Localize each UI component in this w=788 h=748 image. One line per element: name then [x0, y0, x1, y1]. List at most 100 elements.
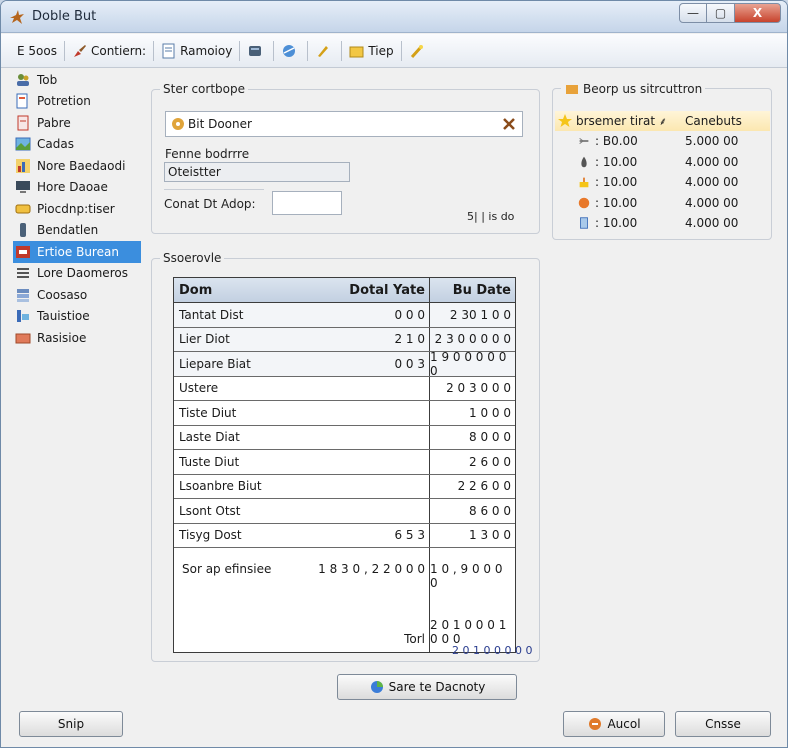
- sidebar-item-11[interactable]: Tauistioe: [13, 306, 141, 328]
- results-group-title: Ssoerovle: [160, 251, 225, 265]
- list-icon: [17, 268, 29, 279]
- doc-icon: [16, 93, 28, 109]
- sidebar-item-label: Tob: [37, 72, 58, 87]
- table-row[interactable]: Tantat Dist 0 0 02 30 1 0 0: [174, 303, 515, 328]
- search-note: 5| | is do: [467, 210, 515, 223]
- sidebar: Tob Potretion Pabre Cadas Nore Baedaodi Hore …: [13, 69, 141, 349]
- search-group-title: Ster cortbope: [160, 82, 248, 96]
- sidebar-item-8[interactable]: Ertioe Burean: [13, 241, 141, 263]
- stack-icon: [17, 288, 29, 302]
- bird-icon: [10, 10, 24, 24]
- minimize-button[interactable]: —: [679, 3, 707, 23]
- sidebar-item-4[interactable]: Nore Baedaodi: [13, 155, 141, 177]
- toolbar-item-ramoioy[interactable]: Ramoioy: [157, 39, 236, 63]
- save-button[interactable]: Sare te Dacnoty: [337, 674, 517, 700]
- amount-input[interactable]: [272, 191, 342, 215]
- sidebar-item-7[interactable]: Bendatlen: [13, 220, 141, 242]
- wand-icon: [410, 44, 423, 58]
- sidebar-item-5[interactable]: Hore Daoae: [13, 177, 141, 199]
- tool-icon: [16, 245, 30, 258]
- side-table-row[interactable]: : 10.00 4.000 00: [555, 172, 770, 193]
- star-icon: [558, 114, 572, 127]
- divider: [164, 189, 264, 190]
- toolbar-item-database[interactable]: [243, 39, 270, 63]
- database-icon: [249, 45, 262, 56]
- side-table-row[interactable]: : 10.00 4.000 00: [555, 152, 770, 173]
- sort-icon[interactable]: ⸙: [659, 114, 667, 129]
- table-row[interactable]: Tuste Diut 2 6 0 0: [174, 450, 515, 475]
- amount-label: Conat Dt Adop:: [164, 197, 256, 211]
- sidebar-item-3[interactable]: Cadas: [13, 134, 141, 156]
- table-row[interactable]: Tisyg Dost 6 5 31 3 0 0: [174, 523, 515, 548]
- table-row[interactable]: Laste Diat 8 0 0 0: [174, 425, 515, 450]
- sidebar-item-label: Piocdnp:tiser: [37, 201, 115, 216]
- fork-icon: [579, 138, 589, 145]
- monitor-icon: [16, 181, 30, 194]
- clear-icon[interactable]: [502, 117, 516, 131]
- brush-icon: [73, 44, 86, 57]
- close-button[interactable]: X: [735, 3, 781, 23]
- tools-icon: [172, 118, 184, 130]
- glass-icon: [580, 217, 588, 229]
- sidebar-item-9[interactable]: Lore Daomeros: [13, 263, 141, 285]
- sidebar-item-6[interactable]: Piocdnp:tiser: [13, 198, 141, 220]
- title-bar[interactable]: Doble But — ▢ X: [1, 1, 787, 33]
- sidebar-item-0[interactable]: Tob: [13, 69, 141, 91]
- maximize-button[interactable]: ▢: [707, 3, 735, 23]
- table-row[interactable]: Lsoanbre Biut 2 2 6 0 0: [174, 474, 515, 499]
- refresh-icon: [370, 681, 383, 693]
- side-table-row[interactable]: : B0.00 5.000 00: [555, 131, 770, 152]
- toolbar-item-tiep[interactable]: Tiep: [345, 39, 397, 63]
- table-row[interactable]: Tiste Diut 1 0 0 0: [174, 401, 515, 426]
- toolbar-item-contents[interactable]: Contiern:: [68, 39, 150, 63]
- document-icon: [162, 43, 175, 58]
- sub-field[interactable]: Oteistter: [164, 162, 350, 182]
- side-table-row[interactable]: : 10.00 4.000 00: [555, 213, 770, 234]
- table-row[interactable]: Lier Diot 2 1 02 3 0 0 0 0 0: [174, 327, 515, 352]
- cancel-button[interactable]: Aucol: [563, 711, 665, 737]
- sidebar-item-label: Cadas: [37, 137, 74, 152]
- side-table-row[interactable]: : 10.00 4.000 00: [555, 193, 770, 214]
- pen-icon: [318, 45, 329, 57]
- toolbar-item-wand[interactable]: [405, 39, 432, 63]
- toolbar-item-e5oos[interactable]: E 5oos: [13, 39, 61, 63]
- sidebar-item-label: Bendatlen: [37, 223, 99, 238]
- cancel-icon: [589, 718, 602, 730]
- folder-icon: [15, 333, 31, 344]
- cake-icon: [579, 177, 589, 188]
- search-input[interactable]: Bit Dooner: [165, 111, 523, 137]
- summary-group-title: Beorp us sitrcuttron: [561, 81, 706, 97]
- sidebar-item-1[interactable]: Potretion: [13, 91, 141, 113]
- ball-icon: [578, 197, 590, 208]
- side-table: brsemer tirat ⸙ Canebuts : B0.00 5.000 00…: [555, 111, 770, 234]
- sidebar-item-label: Pabre: [37, 115, 71, 130]
- col-header-total[interactable]: Dotal Yate: [294, 278, 430, 302]
- sidebar-item-label: Tauistioe: [37, 309, 90, 324]
- window-controls: — ▢ X: [679, 3, 781, 25]
- sidebar-item-10[interactable]: Coosaso: [13, 284, 141, 306]
- search-input-value: Bit Dooner: [188, 117, 252, 131]
- sidebar-item-label: Rasisioe: [37, 330, 87, 345]
- toolbar-item-pen[interactable]: [311, 39, 338, 63]
- sidebar-item-label: Nore Baedaodi: [37, 158, 126, 173]
- drive-icon: [15, 204, 31, 214]
- box-icon: [566, 85, 578, 94]
- grid-header: Dom Dotal Yate Bu Date: [174, 278, 515, 303]
- help-button[interactable]: Snip: [19, 711, 123, 737]
- col-header-date[interactable]: Bu Date: [430, 278, 515, 302]
- sidebar-item-12[interactable]: Rasisioe: [13, 327, 141, 349]
- sidebar-item-2[interactable]: Pabre: [13, 112, 141, 134]
- table-row[interactable]: Lsont Otst 8 6 0 0: [174, 499, 515, 524]
- toolbar-item-globe[interactable]: [277, 39, 304, 63]
- close-dialog-button[interactable]: Cnsse: [675, 711, 771, 737]
- side-table-header: brsemer tirat ⸙ Canebuts: [555, 111, 770, 131]
- drop-icon: [581, 156, 587, 167]
- tag-icon: [17, 310, 29, 323]
- app-window: Doble But — ▢ X E 5oos Contiern: Ramoioy: [0, 0, 788, 748]
- sidebar-item-label: Hore Daoae: [37, 180, 108, 195]
- col-header-dom[interactable]: Dom: [174, 278, 294, 302]
- table-row[interactable]: Ustere 2 0 3 0 0 0: [174, 376, 515, 401]
- page-icon: [17, 115, 29, 131]
- table-row[interactable]: Liepare Biat 0 0 31 9 0 0 0 0 0 0: [174, 350, 515, 378]
- folder-pencil-icon: [349, 46, 364, 57]
